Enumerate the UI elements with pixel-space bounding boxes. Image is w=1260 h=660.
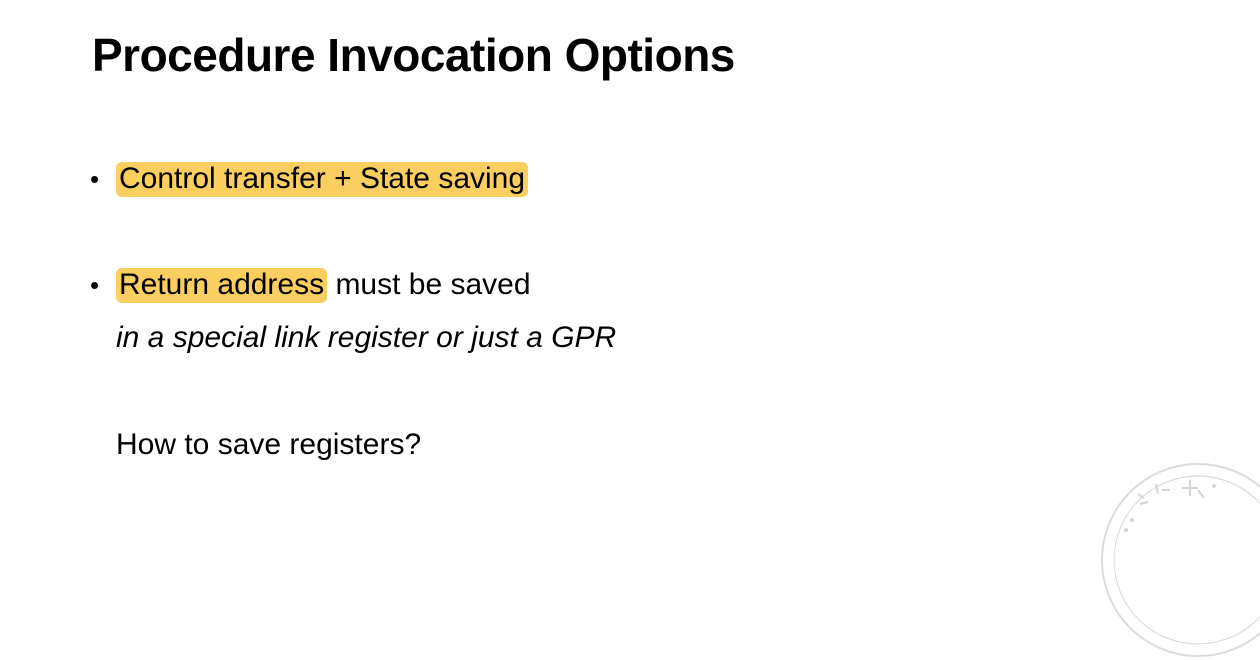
bullet-subline: in a special link register or just a GPR — [116, 321, 617, 354]
slide-title: Procedure Invocation Options — [92, 29, 735, 81]
bullet-marker: • — [90, 164, 100, 194]
slide: Procedure Invocation Options • Control tr… — [0, 0, 1260, 657]
question-text: How to save registers? — [116, 428, 422, 461]
bullet-text: must be saved — [327, 268, 531, 301]
bullet-item-1: • Control transfer + State saving — [90, 160, 529, 198]
highlighted-text: Control transfer + State saving — [116, 162, 529, 197]
bullet-item-2: • Return address must be saved — [90, 266, 531, 304]
highlighted-text: Return address — [116, 268, 328, 303]
university-seal-icon — [1101, 463, 1260, 657]
bullet-marker: • — [90, 270, 100, 300]
